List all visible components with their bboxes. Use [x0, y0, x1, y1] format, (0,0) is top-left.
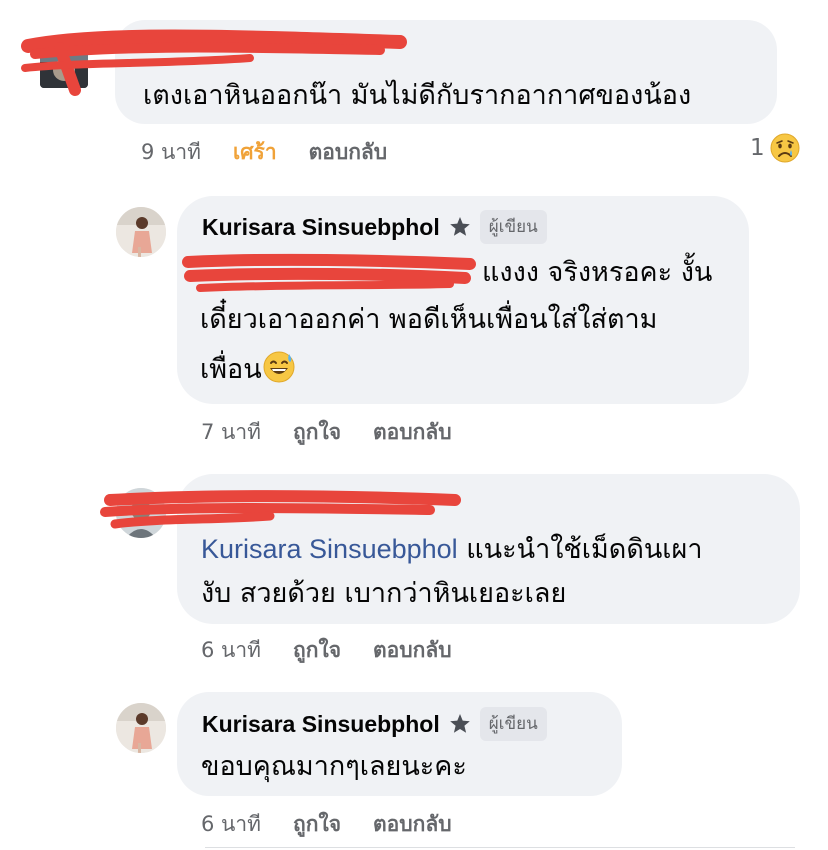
author-avatar[interactable] — [116, 703, 166, 753]
comment-text-3-line-1: Kurisara Sinsuebphol แนะนำใช้เม็ดดินเผา — [201, 531, 703, 568]
comment-time: 6 นาที — [201, 638, 262, 662]
comment-text-2-line-1: แงงง จริงหรอคะ งั้น — [482, 257, 713, 288]
like-button[interactable]: ถูกใจ — [293, 416, 341, 449]
comment-text-2-line-3: เพื่อน — [200, 350, 296, 388]
like-button[interactable]: ถูกใจ — [293, 634, 341, 667]
reply-button[interactable]: ตอบกลับ — [309, 136, 388, 169]
commenter-avatar-image — [40, 40, 88, 88]
comment-actions-2: 7 นาที ถูกใจ ตอบกลับ — [201, 416, 452, 449]
author-avatar[interactable] — [116, 207, 166, 257]
comment-text-3-line-1-text: แนะนำใช้เม็ดดินเผา — [466, 534, 703, 565]
like-button[interactable]: ถูกใจ — [293, 808, 341, 841]
comment-text-2-line-2: เดี๋ยวเอาออกค่า พอดีเห็นเพื่อนใส่ใส่ตาม — [200, 304, 658, 335]
comment-actions-4: 6 นาที ถูกใจ ตอบกลับ — [201, 808, 452, 841]
comment-text-3-line-2: งับ สวยด้วย เบากว่าหินเยอะเลย — [201, 578, 567, 609]
comment-time: 7 นาที — [201, 420, 262, 444]
reaction-summary[interactable]: 1 — [750, 132, 801, 164]
comment-time: 9 นาที — [141, 140, 202, 164]
author-badge: ผู้เขียน — [479, 707, 547, 741]
author-name[interactable]: Kurisara Sinsuebphol — [202, 711, 440, 738]
comment-time: 6 นาที — [201, 812, 262, 836]
comment-text-4: ขอบคุณมากๆเลยนะคะ — [201, 751, 467, 782]
grinning-sweat-face-icon — [263, 351, 295, 383]
star-icon — [449, 217, 470, 236]
divider — [205, 847, 795, 848]
star-icon — [449, 714, 470, 733]
comment-author-line-2: Kurisara Sinsuebphol ผู้เขียน — [202, 210, 547, 244]
comment-author-line-4: Kurisara Sinsuebphol ผู้เขียน — [202, 707, 547, 741]
author-badge: ผู้เขียน — [479, 210, 547, 244]
sad-tear-face-icon — [770, 133, 800, 163]
comment-text-2-line-3-text: เพื่อน — [200, 354, 262, 385]
author-name[interactable]: Kurisara Sinsuebphol — [202, 214, 440, 241]
mention-link[interactable]: Kurisara Sinsuebphol — [201, 534, 458, 564]
author-avatar-image — [116, 207, 166, 257]
reply-button[interactable]: ตอบกลับ — [373, 634, 452, 667]
comment-actions-3: 6 นาที ถูกใจ ตอบกลับ — [201, 634, 452, 667]
comment-text-1: เตงเอาหินออกน๊า มันไม่ดีกับรากอากาศของน้… — [143, 80, 692, 111]
reply-button[interactable]: ตอบกลับ — [373, 808, 452, 841]
reply-button[interactable]: ตอบกลับ — [373, 416, 452, 449]
author-avatar-image — [116, 703, 166, 753]
comment-thread: เตงเอาหินออกน๊า มันไม่ดีกับรากอากาศของน้… — [0, 0, 828, 850]
comment-actions-1: 9 นาที เศร้า ตอบกลับ — [141, 136, 387, 169]
reaction-count: 1 — [750, 135, 765, 161]
reaction-button[interactable]: เศร้า — [233, 136, 277, 169]
commenter-avatar-image — [116, 488, 166, 538]
commenter-avatar[interactable] — [116, 488, 166, 538]
commenter-avatar[interactable] — [40, 40, 88, 88]
